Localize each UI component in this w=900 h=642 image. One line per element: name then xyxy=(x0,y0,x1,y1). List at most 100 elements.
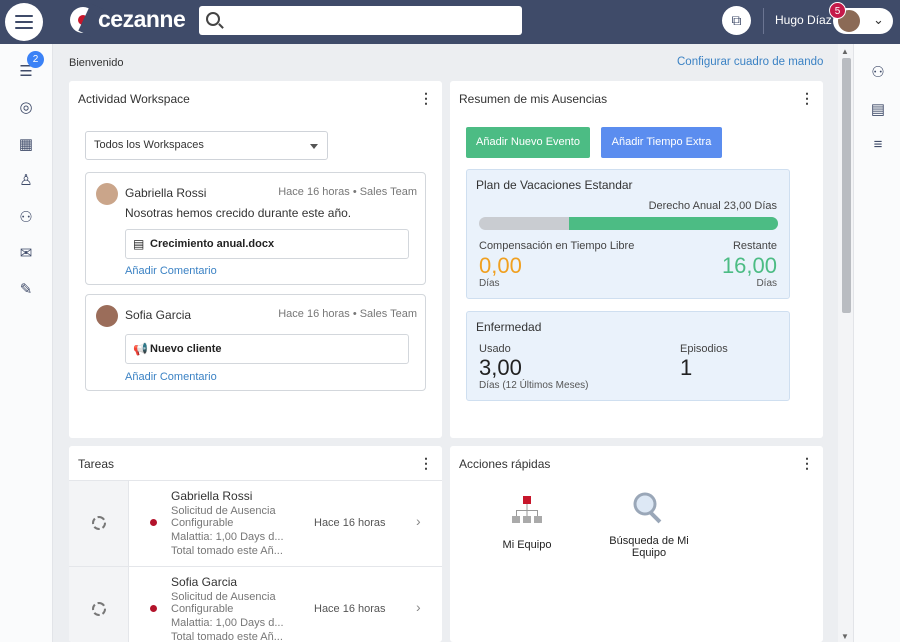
search-input[interactable] xyxy=(199,6,522,35)
add-overtime-button[interactable]: Añadir Tiempo Extra xyxy=(601,127,722,158)
card-title: Resumen de mis Ausencias xyxy=(459,92,608,106)
list-icon[interactable]: ≡ xyxy=(867,134,889,156)
chat-icon[interactable]: ✉ xyxy=(15,243,37,265)
task-time: Hace 16 horas xyxy=(314,603,386,615)
task-time: Hace 16 horas xyxy=(314,517,386,529)
org-chart-icon xyxy=(512,496,542,523)
toil-unit: Días xyxy=(479,278,500,289)
external-link-icon[interactable]: ⧉ xyxy=(722,6,751,35)
task-name: Sofia Garcia xyxy=(171,575,238,589)
tasks-card: Tareas ⋮ Gabriella Rossi Solicitud de Au… xyxy=(69,446,442,642)
logo[interactable]: cezanne xyxy=(70,6,186,33)
episodes-value: 1 xyxy=(680,355,693,380)
divider xyxy=(763,8,764,34)
loading-icon xyxy=(92,602,106,616)
more-options-icon[interactable]: ⋮ xyxy=(419,90,433,107)
chevron-right-icon[interactable]: › xyxy=(416,599,421,615)
attachment[interactable]: ▤ Crecimiento anual.docx xyxy=(125,229,409,259)
scroll-up-icon[interactable]: ▲ xyxy=(841,47,849,56)
add-comment-link[interactable]: Añadir Comentario xyxy=(125,371,217,383)
right-sidebar: ⚇ ▤ ≡ xyxy=(853,44,900,642)
used-unit: Días (12 Últimos Meses) xyxy=(479,380,589,391)
card-title: Tareas xyxy=(78,457,115,471)
task-detail: Total tomado este Añ... xyxy=(171,631,283,642)
task-detail: Solicitud de Ausencia xyxy=(171,505,276,517)
episodes-label: Episodios xyxy=(680,343,728,355)
person-icon[interactable]: ♙ xyxy=(15,170,37,192)
magnifier-icon xyxy=(633,492,662,524)
scrollbar-thumb[interactable] xyxy=(842,58,851,313)
chevron-right-icon[interactable]: › xyxy=(416,513,421,529)
quick-actions-card: Acciones rápidas ⋮ Mi Equipo Búsqueda de… xyxy=(450,446,823,642)
avatar xyxy=(96,183,118,205)
sickness-title: Enfermedad xyxy=(476,320,542,334)
attachment[interactable]: 📢 Nuevo cliente xyxy=(125,334,409,364)
sickness-panel: Enfermedad Usado Episodios 3,00 1 Días (… xyxy=(466,311,790,401)
search-icon xyxy=(206,12,220,26)
card-title: Actividad Workspace xyxy=(78,92,190,106)
task-detail: Configurable xyxy=(171,603,234,615)
workspace-filter-value: Todos los Workspaces xyxy=(94,139,204,151)
calendar-icon[interactable]: ▦ xyxy=(15,134,37,156)
used-value: 3,00 xyxy=(479,355,522,380)
report-search-icon[interactable]: ▤ xyxy=(867,99,889,121)
toil-label: Compensación en Tiempo Libre xyxy=(479,240,635,252)
task-row[interactable]: Gabriella Rossi Solicitud de Ausencia Co… xyxy=(69,480,442,567)
workspace-card: Actividad Workspace ⋮ Todos los Workspac… xyxy=(69,81,442,438)
post-text: Nosotras hemos crecido durante este año. xyxy=(125,206,352,220)
task-status-cell xyxy=(69,567,129,642)
tasks-badge: 2 xyxy=(27,51,44,68)
remaining-value: 16,00 xyxy=(721,253,777,278)
post-author[interactable]: Sofia Garcia xyxy=(125,308,191,322)
card-title: Acciones rápidas xyxy=(459,457,551,471)
vacation-plan-title: Plan de Vacaciones Estandar xyxy=(476,178,633,192)
task-detail: Solicitud de Ausencia xyxy=(171,591,276,603)
loading-icon xyxy=(92,516,106,530)
used-label: Usado xyxy=(479,343,511,355)
add-event-button[interactable]: Añadir Nuevo Evento xyxy=(466,127,590,158)
people-icon[interactable]: ⚇ xyxy=(867,62,889,84)
post-meta: Hace 16 horas • Sales Team xyxy=(278,308,417,320)
workspace-post: Sofia Garcia Hace 16 horas • Sales Team … xyxy=(85,294,426,391)
action-label: Equipo xyxy=(631,547,667,559)
workspace-post: Gabriella Rossi Hace 16 horas • Sales Te… xyxy=(85,172,426,285)
team-search-action[interactable]: Búsqueda de Mi Equipo xyxy=(602,490,696,559)
team-icon[interactable]: ⚇ xyxy=(15,207,37,229)
logo-mark xyxy=(70,6,96,33)
remaining-unit: Días xyxy=(756,278,777,289)
action-label: Mi Equipo xyxy=(502,539,552,551)
vacation-progress-bar xyxy=(479,217,778,230)
annual-entitlement: Derecho Anual 23,00 Días xyxy=(648,200,777,212)
notification-badge: 5 xyxy=(829,2,846,19)
remaining-fill xyxy=(568,217,778,230)
my-team-action[interactable]: Mi Equipo xyxy=(490,494,564,551)
add-comment-link[interactable]: Añadir Comentario xyxy=(125,265,217,277)
page-title: Bienvenido xyxy=(69,57,124,69)
menu-icon[interactable] xyxy=(5,3,43,41)
priority-dot xyxy=(150,519,157,526)
task-row[interactable]: Sofia Garcia Solicitud de Ausencia Confi… xyxy=(69,566,442,642)
more-options-icon[interactable]: ⋮ xyxy=(800,90,814,107)
more-options-icon[interactable]: ⋮ xyxy=(419,455,433,472)
left-sidebar: ☰ 2 ◎ ▦ ♙ ⚇ ✉ ✎ xyxy=(0,44,53,642)
caret-down-icon xyxy=(310,144,318,149)
wrench-icon[interactable]: ✎ xyxy=(15,279,37,301)
user-name[interactable]: Hugo Díaz xyxy=(775,13,832,27)
task-detail: Total tomado este Añ... xyxy=(171,545,283,557)
task-status-cell xyxy=(69,481,129,567)
avatar xyxy=(96,305,118,327)
more-options-icon[interactable]: ⋮ xyxy=(800,455,814,472)
post-meta: Hace 16 horas • Sales Team xyxy=(278,186,417,198)
post-author[interactable]: Gabriella Rossi xyxy=(125,186,206,200)
task-detail: Malattia: 1,00 Days d... xyxy=(171,617,284,629)
scroll-down-icon[interactable]: ▼ xyxy=(841,632,849,641)
toil-value: 0,00 xyxy=(479,253,522,278)
radar-icon[interactable]: ◎ xyxy=(15,97,37,119)
configure-dashboard-link[interactable]: Configurar cuadro de mando xyxy=(677,56,823,68)
priority-dot xyxy=(150,605,157,612)
top-bar: cezanne ⧉ Hugo Díaz ⌄ 5 xyxy=(0,0,900,44)
attachment-name: Nuevo cliente xyxy=(150,343,222,355)
workspace-filter-select[interactable]: Todos los Workspaces xyxy=(85,131,328,160)
chevron-down-icon: ⌄ xyxy=(873,12,884,27)
action-label: Búsqueda de Mi xyxy=(609,535,689,547)
